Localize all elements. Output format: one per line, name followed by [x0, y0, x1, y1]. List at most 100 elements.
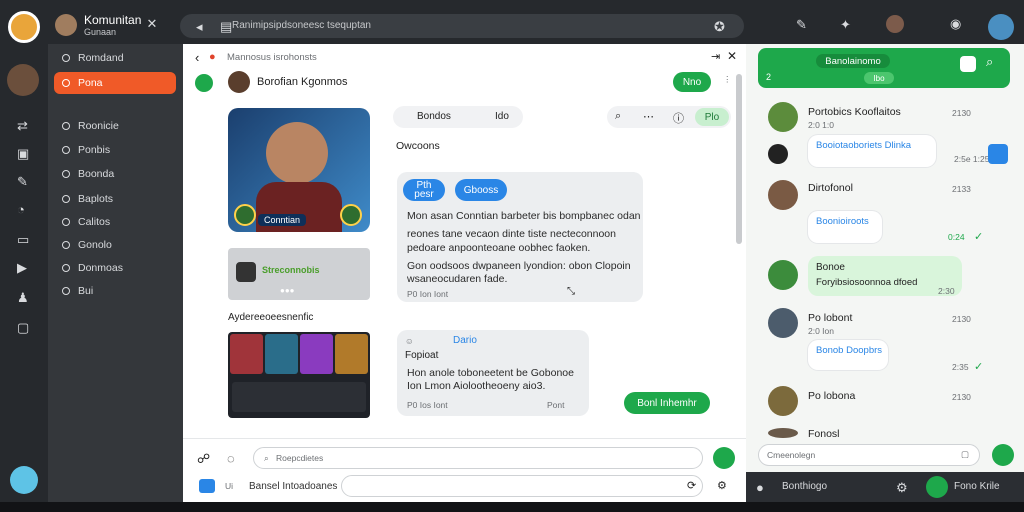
- media-grid[interactable]: [228, 332, 370, 418]
- message-header: Dario: [453, 335, 477, 346]
- send-button[interactable]: Bonl Inhemhr: [624, 392, 710, 414]
- circle-icon[interactable]: ●: [756, 480, 764, 495]
- contact-avatar[interactable]: [768, 428, 798, 438]
- window-subtitle: Gunaan: [84, 27, 117, 37]
- message-bubble[interactable]: Bonob Doopbrs: [808, 340, 888, 370]
- settings-icon[interactable]: ⚙: [896, 480, 908, 496]
- avatar[interactable]: [7, 64, 39, 96]
- more-icon[interactable]: ⋮: [723, 74, 732, 85]
- send-icon[interactable]: [992, 444, 1014, 466]
- user-avatar[interactable]: [926, 476, 948, 498]
- message-bubble[interactable]: Bonoe Foryibsiosoonnoa dfoed 2:30: [808, 256, 962, 296]
- expand-icon[interactable]: ⇥: [711, 50, 720, 63]
- sidebar-item-pona[interactable]: Pona: [54, 72, 176, 94]
- footer-input[interactable]: [341, 475, 703, 497]
- search-icon: ⌕: [264, 453, 269, 463]
- right-search[interactable]: Cmeenolegn ▢: [758, 444, 980, 466]
- address-bar[interactable]: ◂ ▤ Ranimipsipdsoneesc tsequptan ✪: [180, 14, 744, 38]
- message-bubble[interactable]: Pth pesr Gbooss Mon asan Conntian barbet…: [397, 172, 643, 302]
- box-icon[interactable]: ▢: [17, 320, 29, 336]
- contact-avatar[interactable]: [768, 308, 798, 338]
- avatar[interactable]: [55, 14, 77, 36]
- sidebar-item-ponbis[interactable]: Ponbis: [54, 139, 176, 161]
- message-bubble[interactable]: Boonioiroots: [808, 211, 882, 243]
- account-avatar[interactable]: [988, 14, 1014, 40]
- contact-name: Po lobona: [808, 390, 856, 402]
- message-time-right: Pont: [547, 400, 565, 410]
- tab-ido[interactable]: Ido: [495, 111, 509, 122]
- sidebar-item-baplots[interactable]: Baplots: [54, 188, 176, 210]
- play-icon[interactable]: ▶: [17, 260, 27, 276]
- chip-2[interactable]: Gbooss: [455, 179, 507, 201]
- taskbar: [0, 502, 1024, 512]
- contact-avatar[interactable]: [768, 386, 798, 416]
- mic-icon[interactable]: [713, 447, 735, 469]
- sidebar-item-donmoas[interactable]: Donmoas: [54, 257, 176, 279]
- carousel-dots[interactable]: ●●●: [280, 286, 316, 295]
- search-icon[interactable]: ⌕: [986, 54, 993, 70]
- more-icon[interactable]: ⋯: [643, 110, 654, 123]
- sidebar-item-romdand[interactable]: Romdand: [54, 47, 176, 69]
- profile-icon[interactable]: ◉: [950, 16, 961, 32]
- pin-icon[interactable]: ✎: [796, 17, 807, 33]
- sidebar-item-label: Pona: [78, 77, 103, 89]
- compose-icon[interactable]: [195, 74, 213, 92]
- media-banner[interactable]: Streconnobis ●●●: [228, 248, 370, 300]
- profile-card[interactable]: Conntian: [228, 108, 370, 232]
- back-icon[interactable]: ◂: [196, 19, 203, 35]
- sidebar-item-calitos[interactable]: Calitos: [54, 211, 176, 233]
- info-icon[interactable]: ⓘ: [673, 110, 684, 126]
- emoji-icon[interactable]: ◌: [227, 451, 235, 466]
- calendar-icon[interactable]: [199, 479, 215, 493]
- close-icon[interactable]: ✕: [146, 16, 158, 31]
- chat-icon[interactable]: [960, 56, 976, 72]
- attach-icon[interactable]: ☍: [197, 451, 210, 467]
- app-icon: [768, 144, 788, 164]
- tile-2[interactable]: [265, 334, 298, 374]
- contact-avatar[interactable]: [768, 260, 798, 290]
- contact-time: 2130: [952, 392, 971, 402]
- compose-input[interactable]: ⌕ Roepcdietes: [253, 447, 703, 469]
- contact-avatar[interactable]: [768, 180, 798, 210]
- check-icon: ✓: [974, 231, 984, 243]
- back-icon[interactable]: ‹: [195, 50, 199, 65]
- chip-1[interactable]: Pth pesr: [403, 179, 445, 201]
- tile-1[interactable]: [230, 334, 263, 374]
- monitor-icon[interactable]: ▭: [17, 232, 29, 248]
- tile-3[interactable]: [300, 334, 333, 374]
- avatar-small[interactable]: [886, 15, 904, 33]
- bookmark-icon[interactable]: ✪: [714, 19, 725, 35]
- sidebar-item-gonolo[interactable]: Gonolo: [54, 234, 176, 256]
- user-icon[interactable]: ♟: [17, 290, 29, 306]
- history-icon[interactable]: ◔: [17, 202, 25, 217]
- upload-icon[interactable]: [988, 144, 1008, 164]
- sidebar-item-label: Calitos: [78, 216, 111, 228]
- header-num: 2: [766, 72, 772, 82]
- search-icon[interactable]: ⌕: [615, 110, 621, 123]
- message-bubble[interactable]: Booiotaoboriets Dlinka: [808, 135, 936, 167]
- globe-icon[interactable]: [10, 466, 38, 494]
- share-icon[interactable]: ⇄: [17, 118, 28, 134]
- message-bubble[interactable]: ☺ Dario Fopioat Hon anole toboneetent be…: [397, 330, 589, 416]
- emoji-icon: ☺: [405, 336, 414, 346]
- tab-pill[interactable]: Plo: [695, 108, 729, 126]
- close-icon[interactable]: ✕: [727, 49, 737, 63]
- clear-icon[interactable]: ▢: [961, 449, 969, 460]
- banner-figure: [236, 262, 256, 282]
- tool-icon[interactable]: ✦: [840, 17, 851, 33]
- tab-bondos[interactable]: Bondos: [417, 111, 451, 122]
- message-sub: Fopioat: [405, 350, 439, 361]
- header-button[interactable]: Banolainomo: [816, 54, 890, 68]
- refresh-icon[interactable]: ⟳: [687, 479, 696, 492]
- calendar-icon[interactable]: ▣: [17, 146, 29, 162]
- settings-icon[interactable]: ⚙: [717, 479, 727, 492]
- scrollbar[interactable]: [736, 74, 742, 244]
- sidebar-item-roonicie[interactable]: Roonicie: [54, 115, 176, 137]
- sidebar-item-boonda[interactable]: Boonda: [54, 163, 176, 185]
- sidebar-item-bui[interactable]: Bui: [54, 280, 176, 302]
- edit-icon[interactable]: ✎: [17, 174, 28, 190]
- header-button[interactable]: Nno: [673, 72, 711, 92]
- tile-4[interactable]: [335, 334, 368, 374]
- contact-avatar[interactable]: [768, 102, 798, 132]
- dot-icon: [62, 122, 70, 130]
